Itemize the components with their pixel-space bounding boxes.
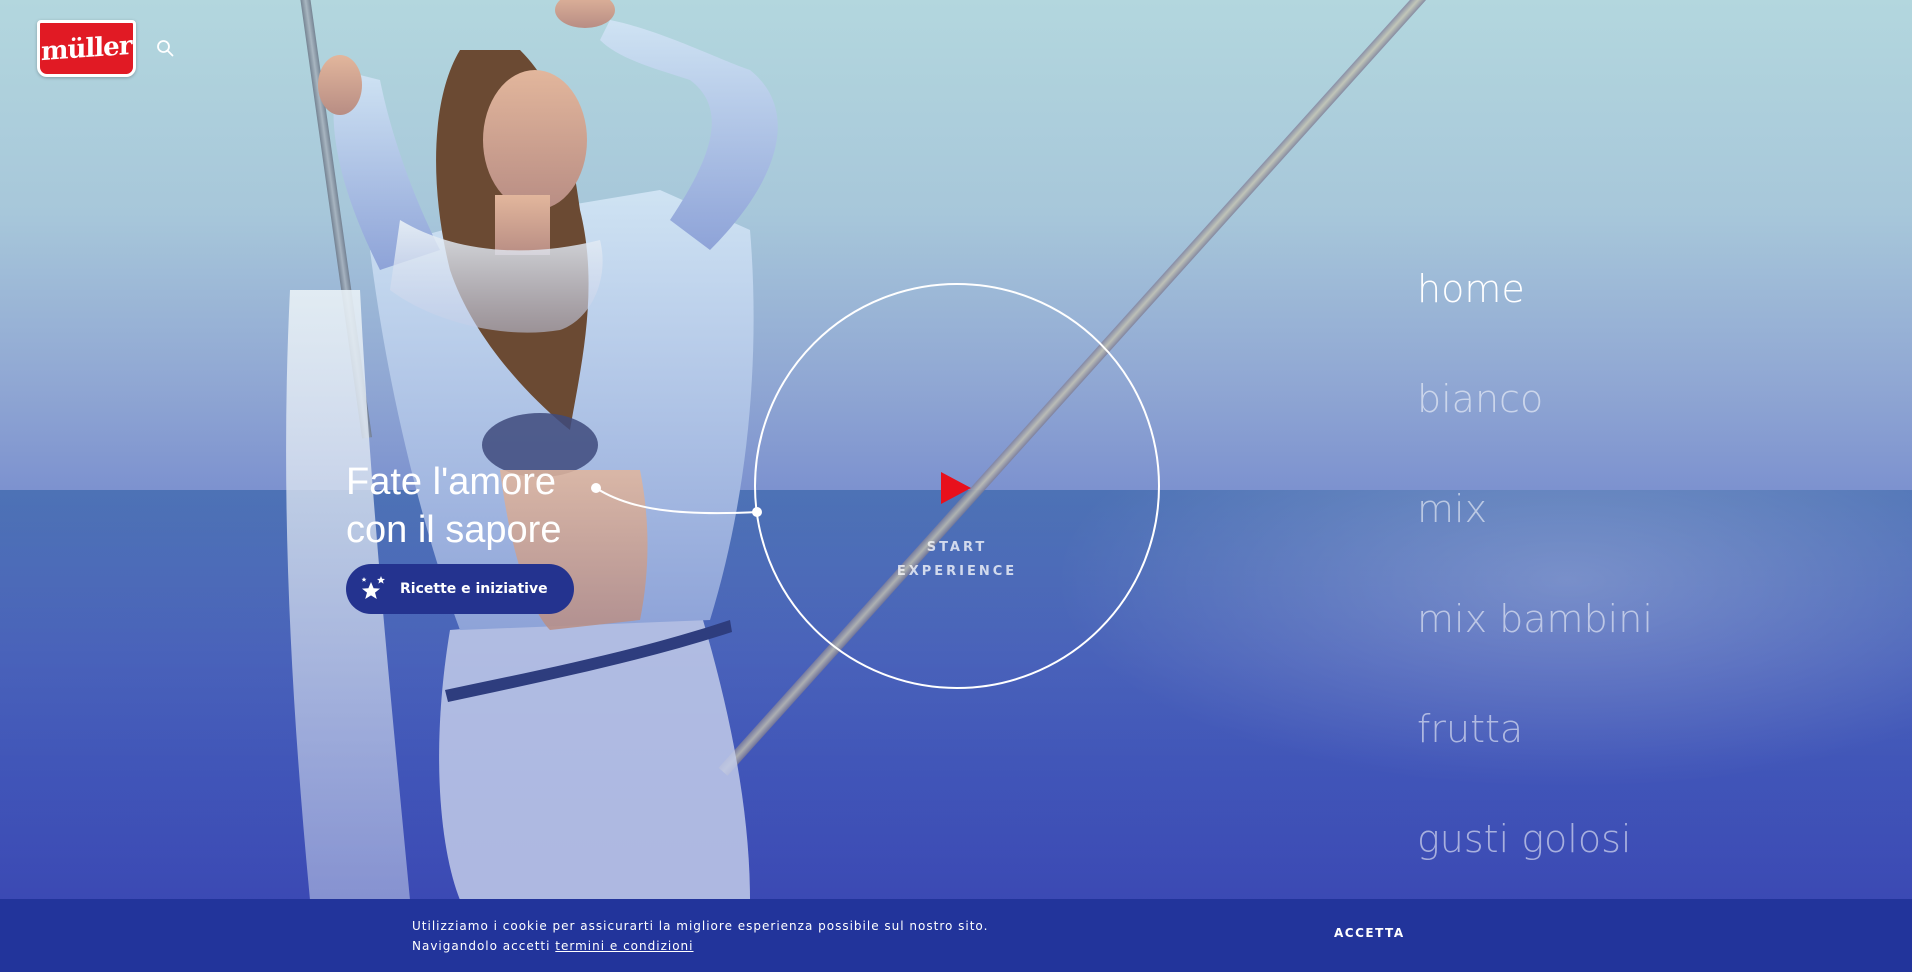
product-nav: home bianco mix mix bambini frutta gusti…: [1417, 262, 1653, 922]
terms-link[interactable]: termini e condizioni: [555, 939, 693, 953]
accept-cookies-button[interactable]: ACCETTA: [1334, 926, 1405, 940]
play-icon[interactable]: [941, 472, 971, 504]
cookie-line2-prefix: Navigandolo accetti: [412, 939, 551, 953]
nav-item-mix-bambini[interactable]: mix bambini: [1417, 592, 1653, 702]
recipes-button-label: Ricette e iniziative: [400, 581, 548, 597]
start-label: START: [926, 540, 988, 555]
connector-line: [591, 483, 762, 517]
recipes-button[interactable]: Ricette e iniziative: [346, 564, 574, 614]
experience-label: EXPERIENCE: [896, 564, 1018, 579]
search-icon[interactable]: [156, 39, 174, 57]
hero-headline: Fate l'amore con il sapore: [346, 458, 561, 554]
nav-item-home[interactable]: home: [1417, 262, 1653, 372]
muller-logo[interactable]: müller: [37, 20, 136, 77]
cookie-line1: Utilizziamo i cookie per assicurarti la …: [412, 919, 989, 933]
nav-item-bianco[interactable]: bianco: [1417, 372, 1653, 482]
cookie-message: Utilizziamo i cookie per assicurarti la …: [412, 916, 988, 956]
hero-headline-line1: Fate l'amore: [346, 461, 557, 503]
hero-background: müller Fate l'amore con il sapore Ricett…: [0, 0, 1912, 972]
logo-text: müller: [41, 30, 132, 67]
nav-item-mix[interactable]: mix: [1417, 482, 1653, 592]
stars-icon: [361, 576, 385, 599]
nav-item-frutta[interactable]: frutta: [1417, 702, 1653, 812]
cookie-line2: Navigandolo accetti termini e condizioni: [412, 936, 988, 956]
start-experience-label[interactable]: START EXPERIENCE: [880, 536, 1034, 584]
hero-headline-line2: con il sapore: [346, 509, 562, 551]
